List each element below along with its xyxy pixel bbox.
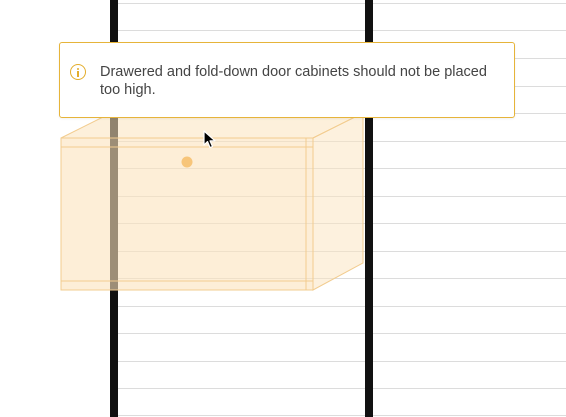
warning-tooltip: Drawered and fold-down door cabinets sho…	[59, 42, 515, 118]
cabinet-knob	[181, 156, 193, 168]
cabinet-side-face	[312, 112, 364, 291]
cabinet-front-face	[60, 137, 314, 291]
tooltip-message: Drawered and fold-down door cabinets sho…	[100, 64, 487, 98]
info-icon	[70, 64, 86, 80]
mouse-pointer-icon	[203, 130, 216, 149]
